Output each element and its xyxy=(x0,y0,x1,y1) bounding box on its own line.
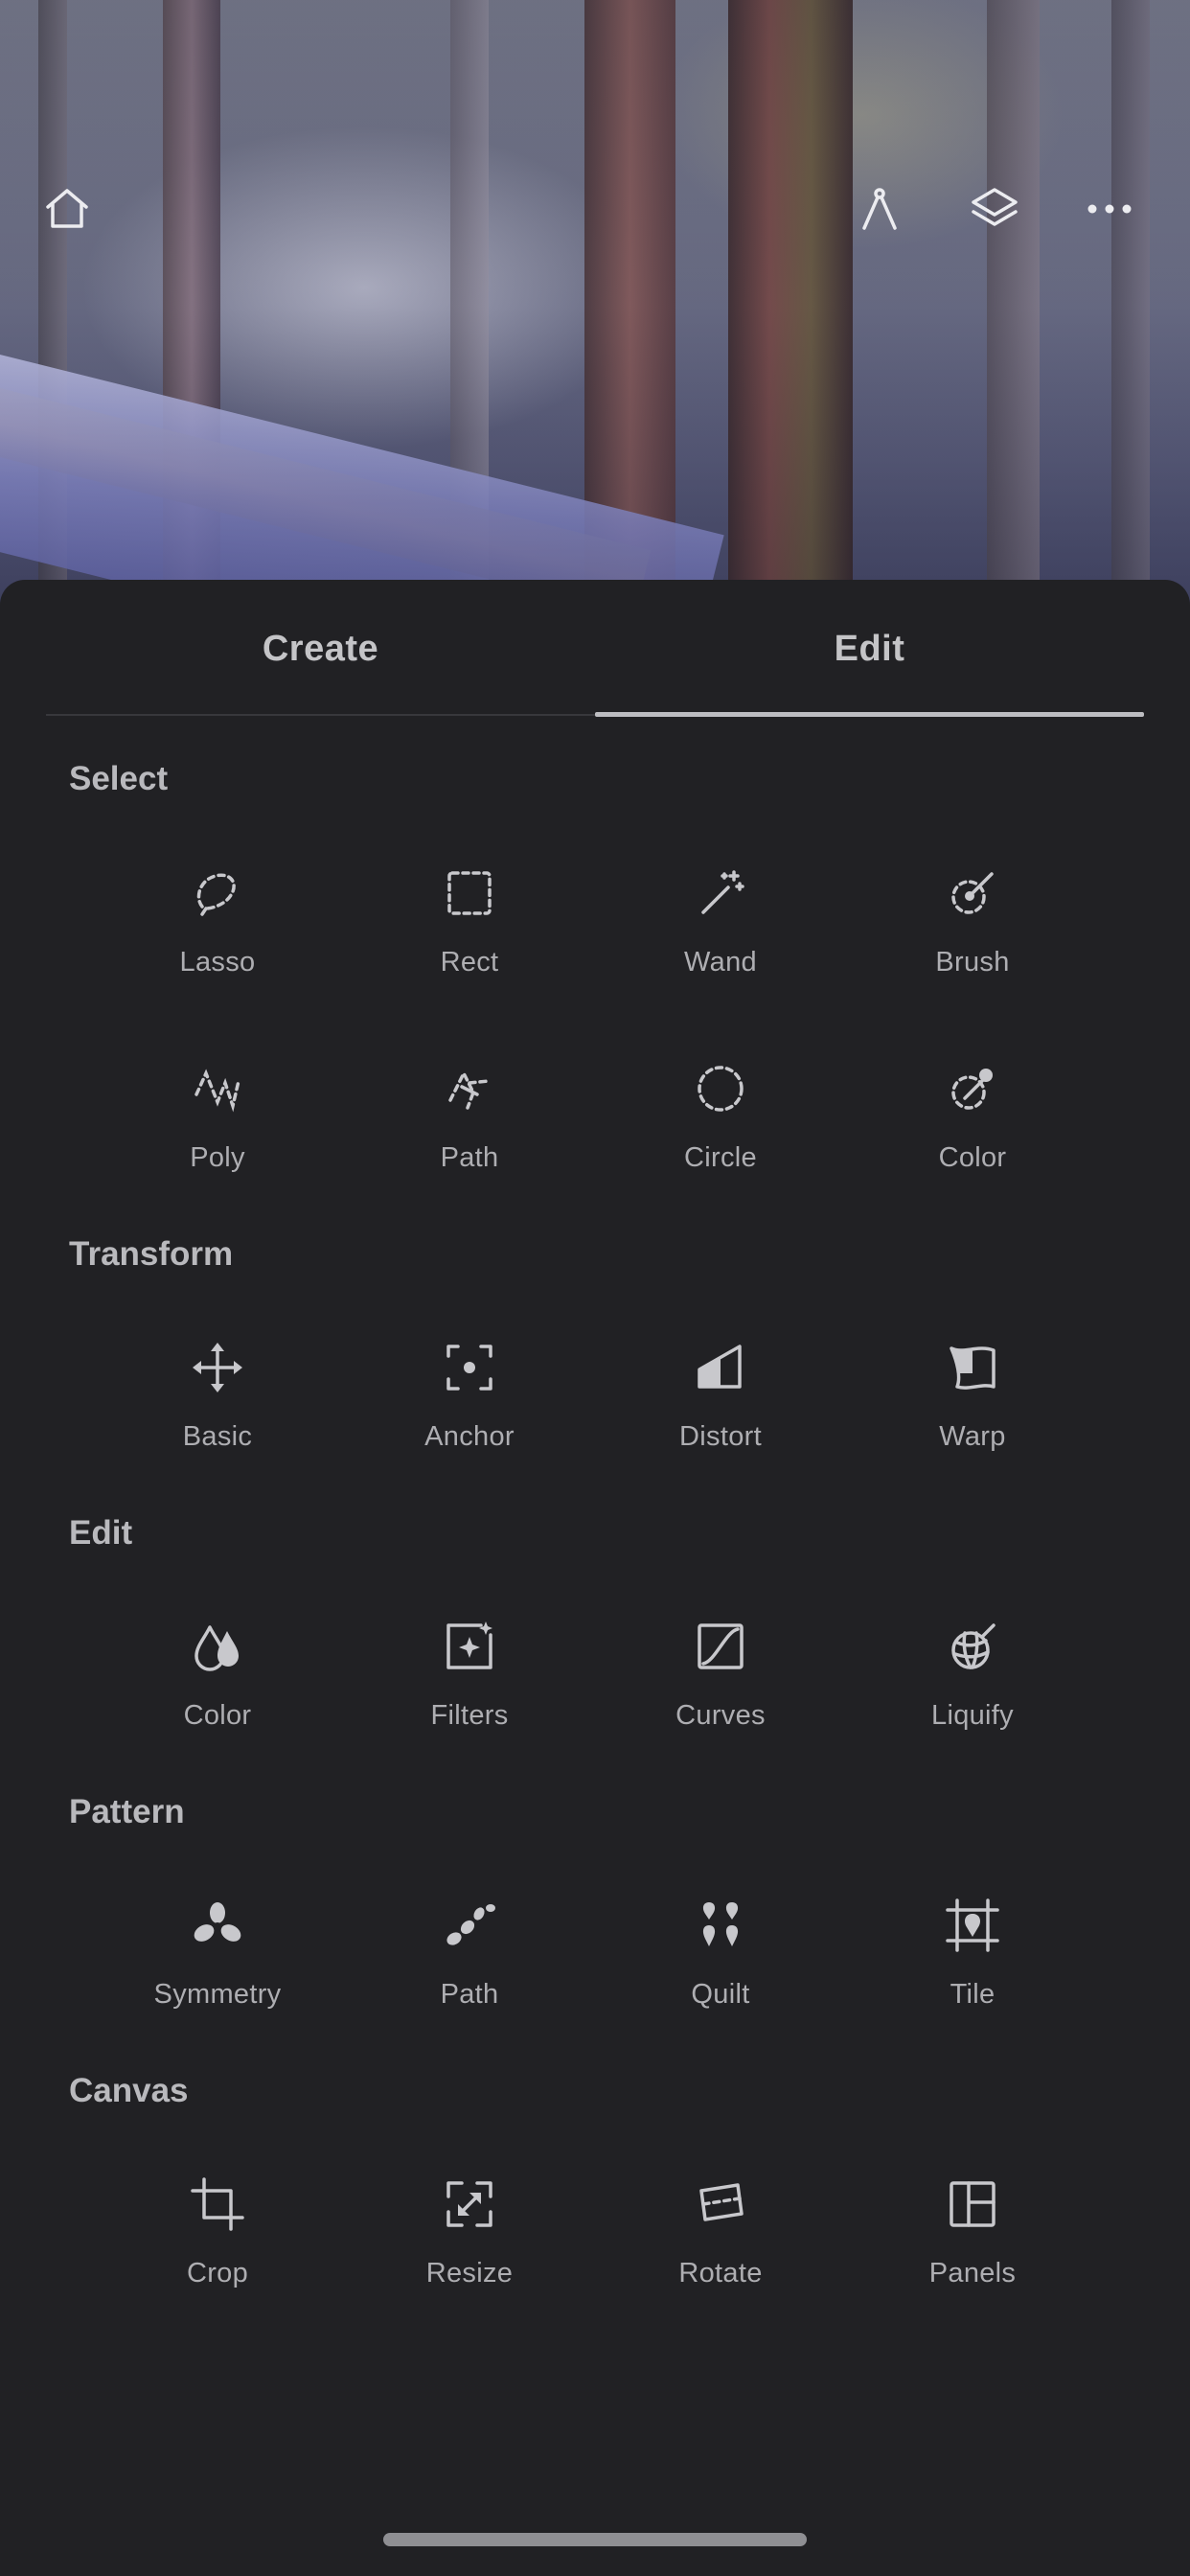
more-dots-icon xyxy=(1087,204,1132,214)
tool-label: Path xyxy=(440,1979,499,2010)
poly-select-icon xyxy=(189,1060,246,1117)
anchor-icon xyxy=(441,1339,498,1396)
tile-icon xyxy=(944,1897,1001,1954)
distort-icon xyxy=(692,1339,749,1396)
tool-panels[interactable]: Panels xyxy=(862,2175,1083,2329)
resize-icon xyxy=(441,2175,498,2233)
tool-pattern-path[interactable]: Path xyxy=(359,1897,580,2050)
tool-rotate[interactable]: Rotate xyxy=(610,2175,831,2329)
tool-label: Crop xyxy=(186,2258,249,2288)
panels-icon xyxy=(944,2175,1001,2233)
tool-circle[interactable]: Circle xyxy=(610,1060,831,1213)
tool-label: Distort xyxy=(679,1421,762,1452)
pattern-path-icon xyxy=(441,1897,498,1954)
move-icon xyxy=(189,1339,246,1396)
tab-bar: Create Edit xyxy=(46,580,1144,719)
tool-label: Lasso xyxy=(179,947,256,978)
tab-create[interactable]: Create xyxy=(46,580,595,719)
rect-select-icon xyxy=(441,864,498,922)
tool-wand[interactable]: Wand xyxy=(610,864,831,1018)
section-title-edit: Edit xyxy=(69,1514,133,1552)
tool-crop[interactable]: Crop xyxy=(107,2175,328,2329)
tool-label: Anchor xyxy=(424,1421,515,1452)
home-icon xyxy=(46,189,88,228)
tool-label: Color xyxy=(183,1700,252,1731)
tool-label: Tile xyxy=(950,1979,995,2010)
active-tab-indicator xyxy=(595,712,1144,717)
tool-basic[interactable]: Basic xyxy=(107,1339,328,1492)
tool-curves[interactable]: Curves xyxy=(610,1618,831,1771)
brush-select-icon xyxy=(944,864,1001,922)
tool-quilt[interactable]: Quilt xyxy=(610,1897,831,2050)
tool-label: Basic xyxy=(182,1421,253,1452)
tool-label: Filters xyxy=(430,1700,509,1731)
tool-label: Liquify xyxy=(931,1700,1014,1731)
tool-tile[interactable]: Tile xyxy=(862,1897,1083,2050)
tool-label: Wand xyxy=(684,947,757,978)
tool-label: Warp xyxy=(939,1421,1006,1452)
tool-path-select[interactable]: Path xyxy=(359,1060,580,1213)
tool-label: Poly xyxy=(190,1142,245,1173)
home-button[interactable] xyxy=(33,174,102,243)
rotate-icon xyxy=(692,2175,749,2233)
tool-anchor[interactable]: Anchor xyxy=(359,1339,580,1492)
home-indicator[interactable] xyxy=(383,2533,807,2546)
filters-icon xyxy=(441,1618,498,1675)
tool-label: Symmetry xyxy=(153,1979,282,2010)
tool-color-adjust[interactable]: Color xyxy=(107,1618,328,1771)
tool-distort[interactable]: Distort xyxy=(610,1339,831,1492)
tool-poly[interactable]: Poly xyxy=(107,1060,328,1213)
tool-label: Color xyxy=(938,1142,1007,1173)
circle-select-icon xyxy=(692,1060,749,1117)
section-title-select: Select xyxy=(69,760,169,797)
tool-label: Curves xyxy=(675,1700,766,1731)
layers-button[interactable] xyxy=(960,174,1029,243)
lasso-icon xyxy=(189,864,246,922)
liquify-icon xyxy=(944,1618,1001,1675)
tool-label: Path xyxy=(440,1142,499,1173)
tool-label: Brush xyxy=(935,947,1010,978)
color-select-icon xyxy=(944,1060,1001,1117)
magic-wand-icon xyxy=(692,864,749,922)
compass-button[interactable] xyxy=(845,174,914,243)
more-button[interactable] xyxy=(1075,174,1144,243)
tool-symmetry[interactable]: Symmetry xyxy=(107,1897,328,2050)
tool-label: Rect xyxy=(440,947,499,978)
crop-icon xyxy=(189,2175,246,2233)
curves-icon xyxy=(692,1618,749,1675)
tool-label: Resize xyxy=(425,2258,514,2288)
compass-icon xyxy=(862,188,897,230)
tool-label: Panels xyxy=(928,2258,1017,2288)
section-title-pattern: Pattern xyxy=(69,1793,185,1830)
tool-resize[interactable]: Resize xyxy=(359,2175,580,2329)
tool-label: Rotate xyxy=(678,2258,763,2288)
tool-liquify[interactable]: Liquify xyxy=(862,1618,1083,1771)
tool-label: Quilt xyxy=(691,1979,750,2010)
section-title-canvas: Canvas xyxy=(69,2072,189,2109)
tab-edit[interactable]: Edit xyxy=(595,580,1144,719)
tool-rect[interactable]: Rect xyxy=(359,864,580,1018)
artwork-canvas[interactable] xyxy=(0,0,1190,613)
layers-icon xyxy=(972,188,1018,226)
tool-filters[interactable]: Filters xyxy=(359,1618,580,1771)
tool-warp[interactable]: Warp xyxy=(862,1339,1083,1492)
color-drops-icon xyxy=(189,1618,246,1675)
tool-label: Circle xyxy=(684,1142,757,1173)
path-select-icon xyxy=(441,1060,498,1117)
tool-brush-select[interactable]: Brush xyxy=(862,864,1083,1018)
warp-icon xyxy=(944,1339,1001,1396)
symmetry-icon xyxy=(189,1897,246,1954)
quilt-icon xyxy=(692,1897,749,1954)
section-title-transform: Transform xyxy=(69,1235,234,1273)
tool-color-select[interactable]: Color xyxy=(862,1060,1083,1213)
tool-lasso[interactable]: Lasso xyxy=(107,864,328,1018)
